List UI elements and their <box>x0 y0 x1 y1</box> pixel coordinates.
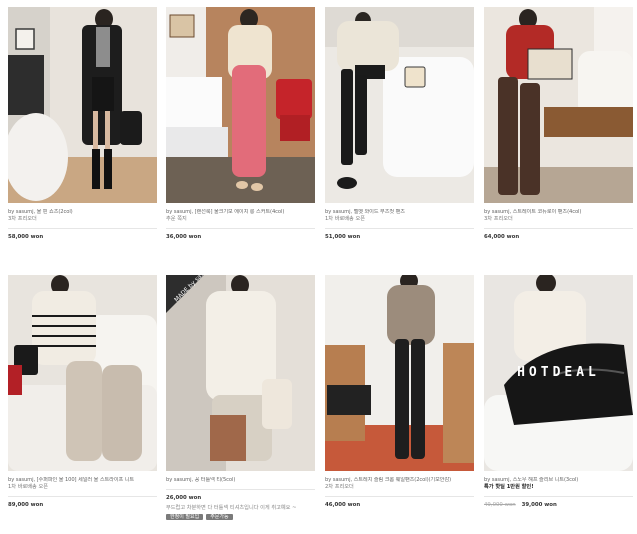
sale-price: 39,000 won <box>521 502 557 509</box>
product-subtitle: 2차 프리오더 <box>325 484 354 491</box>
product-subtitle: 추운 쪽지 <box>166 216 187 223</box>
product-subtitle: 1차 바로배송 오픈 <box>8 484 49 491</box>
product-title[interactable]: by sasumj, [랜선룩] 울크기모 에이치 롱 스커트(4col) <box>166 209 315 216</box>
product-price: 58,000 won <box>8 234 44 241</box>
product-card[interactable]: HOTDEAL by sasumj, 스노우 해프 슬리브 니트(3col) 특… <box>484 275 633 509</box>
product-price: 64,000 won <box>484 234 520 241</box>
divider <box>484 496 633 498</box>
divider <box>8 228 157 230</box>
product-image[interactable] <box>166 7 315 203</box>
badge-limited: 한정이 필요입 <box>166 514 204 521</box>
product-price: 46,000 won <box>325 502 361 509</box>
product-subtitle: 3차 프리오더 <box>8 216 37 223</box>
product-card[interactable]: by sasumj, 스트레치 슬림 크롬 웨일팬츠(2col)(기모안감) 2… <box>325 275 474 509</box>
product-price: 49,000 won 39,000 won <box>484 501 633 509</box>
product-subtitle: 특가 핫딜 1만원 할인! <box>484 484 534 491</box>
original-price: 49,000 won <box>484 502 516 509</box>
divider <box>166 489 315 491</box>
product-card[interactable]: by sasumj, 울 핀 쇼츠(2col) 3차 프리오더 58,000 w… <box>8 7 157 241</box>
product-description: 부드럽고 차분하면 다 터틀넥 티셔츠입니다 이게 취고예요 ~ <box>166 505 297 512</box>
hotdeal-overlay: HOTDEAL <box>517 365 600 380</box>
product-image[interactable] <box>8 275 157 471</box>
product-price: 36,000 won <box>166 234 202 241</box>
product-title[interactable]: by sasumj, 꽁 터틀넥 티(5col) <box>166 477 315 484</box>
product-subtitle: 1차 바로배송 오픈 <box>325 216 366 223</box>
divider <box>484 228 633 230</box>
product-image[interactable]: MADE by sasumj <box>166 275 315 471</box>
product-image[interactable] <box>8 7 157 203</box>
product-image[interactable]: HOTDEAL <box>484 275 633 471</box>
product-card[interactable]: by sasumj, [랜선룩] 울크기모 에이치 롱 스커트(4col) 추운… <box>166 7 315 241</box>
product-card[interactable]: by sasumj, [수퍼파인 울 100] 세일러 울 스트라이프 니트 1… <box>8 275 157 509</box>
product-image[interactable] <box>325 7 474 203</box>
product-price: 26,000 won <box>166 495 202 502</box>
product-card[interactable]: by sasumj, 스트레이트 코듀로이 팬츠(4col) 3차 프리오더 6… <box>484 7 633 241</box>
divider <box>325 228 474 230</box>
divider <box>325 496 474 498</box>
divider <box>8 496 157 498</box>
badge-available: 주문가능 <box>206 514 233 521</box>
product-image[interactable] <box>484 7 633 203</box>
product-subtitle: 3차 프리오더 <box>484 216 513 223</box>
product-card[interactable]: MADE by sasumj by sasumj, 꽁 터틀넥 티(5col) … <box>166 275 315 521</box>
product-card[interactable]: by sasumj, 벨벳 와이드 부츠컷 팬츠 1차 바로배송 오픈 51,0… <box>325 7 474 241</box>
divider <box>166 228 315 230</box>
product-price: 89,000 won <box>8 502 44 509</box>
badge-row: 한정이 필요입 주문가능 <box>166 514 315 521</box>
product-price: 51,000 won <box>325 234 361 241</box>
product-image[interactable] <box>325 275 474 471</box>
